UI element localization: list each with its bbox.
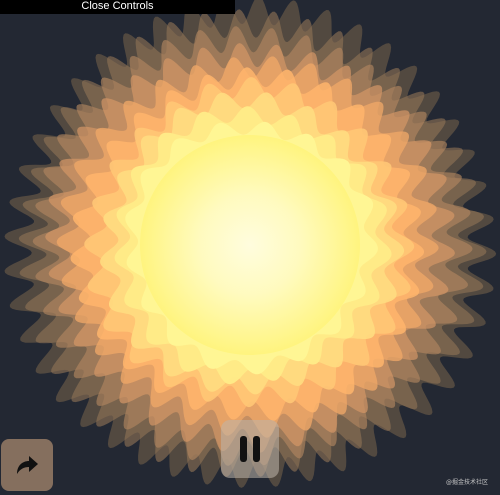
watermark-text: @掘金技术社区 <box>445 479 488 486</box>
pause-button[interactable] <box>221 420 279 478</box>
close-controls-button[interactable]: Close Controls <box>0 0 235 14</box>
pause-icon <box>240 436 260 462</box>
share-button[interactable] <box>1 439 53 491</box>
close-controls-label: Close Controls <box>81 0 154 12</box>
animation-stage: Close Controls @掘金技术社区 <box>0 0 500 495</box>
sun-core-glow <box>140 135 360 355</box>
share-arrow-icon <box>17 456 38 474</box>
